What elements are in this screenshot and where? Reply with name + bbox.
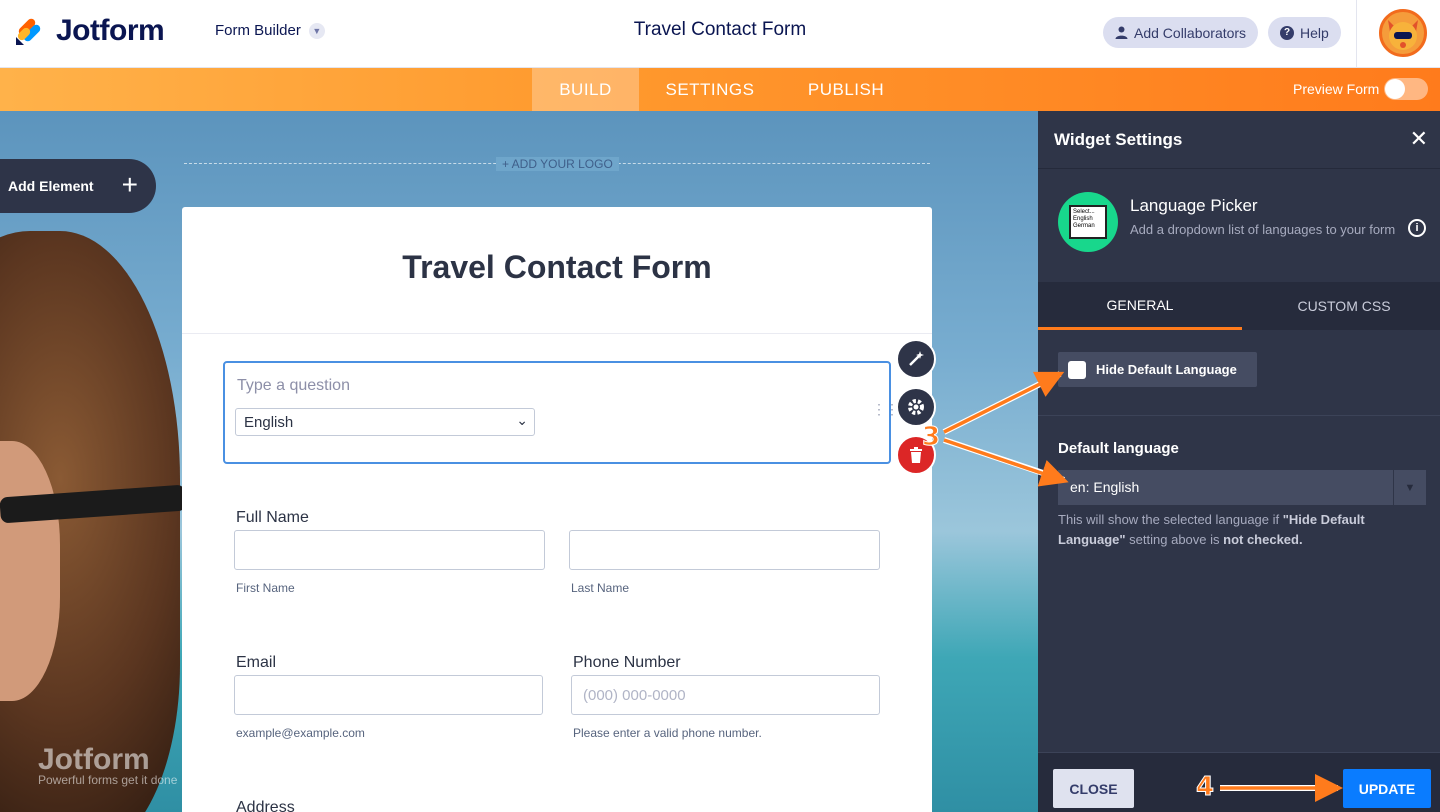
drag-handle-icon[interactable]: ⋮⋮ <box>872 402 899 416</box>
form-canvas: Add Element + + ADD YOUR LOGO Jotform Po… <box>0 111 1038 812</box>
widget-settings-panel: Widget Settings ✕ Select... English Germ… <box>1038 111 1440 812</box>
email-sublabel: example@example.com <box>236 726 365 740</box>
jotform-logo-icon <box>16 18 41 45</box>
panel-divider <box>1038 168 1440 169</box>
watermark-tagline: Powerful forms get it done <box>38 773 178 787</box>
form-heading[interactable]: Travel Contact Form <box>182 249 932 286</box>
toggle-knob <box>1385 79 1405 99</box>
top-header: Jotform Form Builder ▼ Travel Contact Fo… <box>0 0 1440 68</box>
tab-settings[interactable]: SETTINGS <box>650 68 770 111</box>
widget-preview-icon: Select... English German <box>1069 205 1107 239</box>
step-number-3: 3 <box>921 422 941 453</box>
panel-title: Widget Settings <box>1054 130 1183 149</box>
help-label: Help <box>1300 24 1329 41</box>
update-button[interactable]: UPDATE <box>1343 769 1431 808</box>
chevron-down-icon: ▼ <box>308 22 325 39</box>
magic-wand-icon <box>909 351 924 366</box>
language-select[interactable]: English ⌄ <box>235 408 535 436</box>
first-name-sublabel: First Name <box>236 581 295 595</box>
help-text-1: This will show the selected language if <box>1058 512 1283 527</box>
thumb-line-english: English <box>1073 216 1093 222</box>
watermark-brand: Jotform <box>38 743 150 776</box>
widget-description: Add a dropdown list of languages to your… <box>1130 222 1396 237</box>
jotform-logo[interactable]: Jotform <box>14 14 165 48</box>
hide-default-language-option[interactable]: Hide Default Language <box>1058 352 1257 387</box>
add-element-button[interactable]: Add Element + <box>0 159 156 213</box>
builder-navbar: BUILD SETTINGS PUBLISH Preview Form <box>0 68 1440 111</box>
close-button[interactable]: CLOSE <box>1053 769 1134 808</box>
hide-default-language-checkbox[interactable] <box>1068 360 1086 379</box>
tab-general[interactable]: GENERAL <box>1038 282 1242 330</box>
panel-tabs: GENERAL CUSTOM CSS <box>1038 282 1440 330</box>
heading-divider <box>182 333 932 334</box>
question-icon: ? <box>1280 25 1294 40</box>
help-text-bold-2: not checked. <box>1223 532 1303 547</box>
add-logo-link[interactable]: + ADD YOUR LOGO <box>496 157 619 171</box>
step-number-4: 4 <box>1195 772 1215 803</box>
form-builder-label: Form Builder <box>215 22 301 39</box>
full-name-label: Full Name <box>236 509 309 526</box>
preview-form-label: Preview Form <box>1293 81 1380 97</box>
language-select-value: English <box>244 414 294 431</box>
phone-input[interactable]: (000) 000-0000 <box>571 675 880 715</box>
brand-name: Jotform <box>56 14 165 47</box>
tab-custom-css[interactable]: CUSTOM CSS <box>1242 282 1440 330</box>
gear-icon <box>908 399 924 415</box>
widget-name: Language Picker <box>1130 196 1258 215</box>
chevron-down-icon: ⌄ <box>516 412 528 428</box>
default-language-select[interactable]: en: English ▼ <box>1058 470 1426 505</box>
trash-icon <box>910 447 922 463</box>
add-collaborators-label: Add Collaborators <box>1134 24 1247 41</box>
form-card: Travel Contact Form Type a question Engl… <box>182 207 932 812</box>
field-settings-button[interactable] <box>896 387 936 427</box>
phone-sublabel: Please enter a valid phone number. <box>573 726 762 740</box>
plus-icon: + <box>121 169 138 200</box>
preview-form-toggle[interactable] <box>1384 78 1428 100</box>
default-language-value: en: English <box>1070 479 1140 495</box>
help-button[interactable]: ? Help <box>1268 17 1341 48</box>
first-name-input[interactable] <box>234 530 545 570</box>
avatar-cat-icon <box>1388 20 1418 50</box>
section-divider <box>1038 415 1440 416</box>
default-language-label: Default language <box>1058 440 1179 457</box>
phone-placeholder: (000) 000-0000 <box>583 687 686 704</box>
user-icon <box>1115 26 1128 39</box>
tab-build[interactable]: BUILD <box>532 68 639 111</box>
close-icon[interactable]: ✕ <box>1410 126 1428 152</box>
tab-publish[interactable]: PUBLISH <box>790 68 902 111</box>
form-builder-dropdown[interactable]: Form Builder ▼ <box>215 22 325 39</box>
help-text-2: setting above is <box>1125 532 1224 547</box>
language-picker-field[interactable]: Type a question English ⌄ ⋮⋮ <box>223 361 899 464</box>
email-label: Email <box>236 654 277 671</box>
thumb-line-select: Select... <box>1073 209 1095 215</box>
panel-footer: CLOSE UPDATE <box>1038 752 1440 812</box>
last-name-input[interactable] <box>569 530 880 570</box>
default-language-help: This will show the selected language if … <box>1058 510 1420 550</box>
last-name-sublabel: Last Name <box>571 581 630 595</box>
jotform-watermark: Jotform Powerful forms get it done <box>38 743 177 787</box>
email-input[interactable] <box>234 675 543 715</box>
info-icon[interactable]: i <box>1408 219 1426 237</box>
thumb-line-german: German <box>1073 223 1095 229</box>
add-element-label: Add Element <box>8 178 94 194</box>
avatar-area <box>1356 0 1440 68</box>
form-title-header[interactable]: Travel Contact Form <box>520 19 920 41</box>
question-label-input[interactable]: Type a question <box>237 377 350 395</box>
phone-label: Phone Number <box>573 654 681 671</box>
address-label: Address <box>236 799 295 812</box>
language-picker-thumbnail: Select... English German <box>1058 192 1118 252</box>
add-collaborators-button[interactable]: Add Collaborators <box>1103 17 1259 48</box>
caret-down-icon: ▼ <box>1393 470 1426 505</box>
wand-button[interactable] <box>896 339 936 379</box>
avatar[interactable] <box>1379 9 1427 57</box>
hide-default-language-label: Hide Default Language <box>1096 362 1237 377</box>
